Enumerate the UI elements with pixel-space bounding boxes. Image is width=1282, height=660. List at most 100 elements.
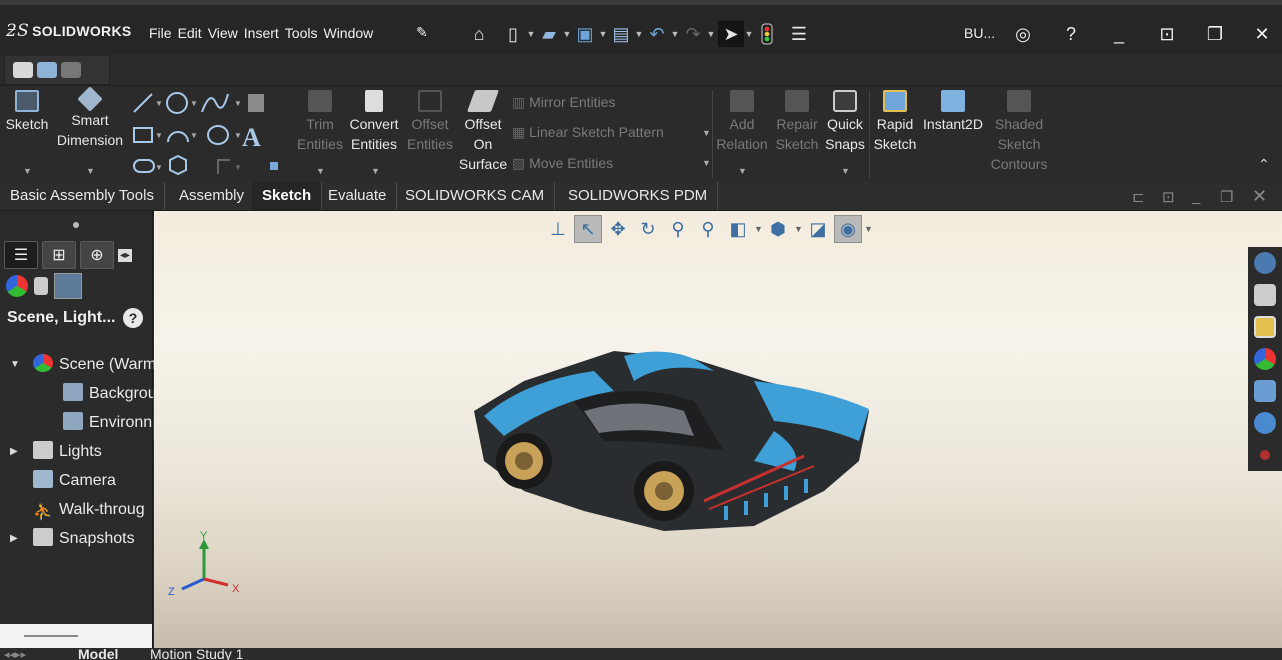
tree-item-lights[interactable]: Lights bbox=[33, 437, 102, 466]
menu-edit[interactable]: Edit bbox=[178, 25, 202, 41]
chevron-down-icon[interactable]: ▼ bbox=[706, 29, 716, 39]
tab-sketch[interactable]: Sketch bbox=[252, 182, 323, 210]
tab-evaluate[interactable]: Evaluate bbox=[318, 182, 398, 210]
chevron-down-icon[interactable]: ▼ bbox=[702, 128, 711, 138]
design-library-icon[interactable] bbox=[1248, 279, 1282, 311]
smart-dimension-button[interactable]: Smart Dimension bbox=[54, 86, 126, 150]
select-cursor-icon[interactable]: ➤ bbox=[718, 21, 744, 47]
chevron-down-icon[interactable]: ▼ bbox=[738, 166, 747, 176]
user-account-icon[interactable]: ◎ bbox=[1007, 19, 1039, 49]
display-style-icon[interactable]: ◪ bbox=[804, 215, 832, 243]
hide-show-icon[interactable]: ◉ bbox=[834, 215, 862, 243]
tab-solidworks-cam[interactable]: SOLIDWORKS CAM bbox=[395, 182, 556, 210]
tab-basic-assembly-tools[interactable]: Basic Assembly Tools bbox=[0, 182, 165, 210]
scene-tab-icon[interactable] bbox=[54, 273, 82, 299]
mirror-entities-button[interactable]: ▥ Mirror Entities bbox=[512, 94, 615, 111]
graphics-viewport[interactable]: ⊥ ↖ ✥ ↻ ⚲ ⚲ ◧ ▼ ⬢ ▼ ◪ ◉ ▼ Y X Z bbox=[154, 211, 1282, 648]
record-video-icon[interactable] bbox=[37, 62, 57, 78]
quick-snaps-button[interactable]: Quick Snaps bbox=[824, 90, 866, 154]
chevron-down-icon[interactable]: ▼ bbox=[702, 158, 711, 168]
restore-icon[interactable]: ❐ bbox=[1199, 19, 1231, 49]
chevron-down-icon[interactable]: ▼ bbox=[526, 29, 536, 39]
doc-minimize-icon[interactable]: _ bbox=[1192, 188, 1200, 205]
tree-item-background[interactable]: Backgrou bbox=[63, 379, 157, 408]
help-icon[interactable]: ? bbox=[123, 308, 143, 328]
tab-solidworks-pdm[interactable]: SOLIDWORKS PDM bbox=[558, 182, 719, 210]
menu-tools[interactable]: Tools bbox=[285, 25, 318, 41]
toolbar-toggle-icon[interactable]: ⊡ bbox=[1151, 19, 1183, 49]
rapid-sketch-button[interactable]: Rapid Sketch bbox=[872, 90, 918, 154]
menu-file[interactable]: File bbox=[149, 25, 172, 41]
view-palette-icon[interactable] bbox=[1248, 343, 1282, 375]
float-icon[interactable]: ⊡ bbox=[1162, 188, 1175, 206]
search-abbrev[interactable]: BU... bbox=[964, 25, 995, 41]
rotate-icon[interactable]: ↻ bbox=[634, 215, 662, 243]
tab-model[interactable]: Model bbox=[78, 643, 118, 660]
pin-icon[interactable]: ✎ bbox=[416, 24, 428, 41]
chevron-down-icon[interactable]: ▼ bbox=[794, 224, 803, 234]
convert-entities-button[interactable]: Convert Entities bbox=[346, 90, 402, 154]
chevron-down-icon[interactable]: ▼ bbox=[86, 166, 95, 176]
display-manager-icon[interactable] bbox=[34, 277, 48, 295]
tile-icon[interactable]: ⊏ bbox=[1132, 188, 1145, 206]
minimize-icon[interactable]: _ bbox=[1103, 19, 1135, 49]
shaded-sketch-contours-button[interactable]: Shaded Sketch Contours bbox=[988, 90, 1050, 174]
pane-handle[interactable] bbox=[0, 211, 152, 239]
undo-icon[interactable]: ↶ bbox=[644, 21, 670, 47]
rebuild-traffic-light-icon[interactable] bbox=[754, 21, 780, 47]
view-orientation-icon[interactable]: ⬢ bbox=[764, 215, 792, 243]
solidworks-resources-icon[interactable] bbox=[1248, 247, 1282, 279]
tree-item-snapshots[interactable]: Snapshots bbox=[33, 524, 135, 553]
configuration-tab-icon[interactable]: ⊕ bbox=[80, 241, 114, 269]
tab-scroll-icon[interactable]: ◂◂▸▸ bbox=[4, 644, 26, 660]
collapse-ribbon-icon[interactable]: ⌃ bbox=[1258, 156, 1270, 173]
sketch-button[interactable]: Sketch bbox=[4, 90, 50, 134]
expand-arrow-icon[interactable]: ▶ bbox=[10, 446, 18, 457]
scroll-tabs-icon[interactable]: ◂▸ bbox=[118, 248, 133, 262]
zoom-icon[interactable]: ⚲ bbox=[664, 215, 692, 243]
tree-item-camera[interactable]: Camera bbox=[33, 466, 116, 495]
menu-window[interactable]: Window bbox=[323, 25, 373, 41]
add-relation-button[interactable]: Add Relation bbox=[715, 90, 769, 154]
linear-sketch-pattern-button[interactable]: ▦ Linear Sketch Pattern bbox=[512, 124, 664, 141]
car-3d-model[interactable] bbox=[464, 341, 884, 541]
appearances-scenes-icon[interactable] bbox=[1248, 375, 1282, 407]
menu-view[interactable]: View bbox=[208, 25, 238, 41]
custom-properties-icon[interactable] bbox=[1248, 407, 1282, 439]
instant2d-button[interactable]: Instant2D bbox=[920, 90, 986, 134]
chevron-down-icon[interactable]: ▼ bbox=[744, 29, 754, 39]
doc-close-icon[interactable]: ✕ bbox=[1252, 186, 1267, 207]
normal-to-icon[interactable]: ⊥ bbox=[544, 215, 572, 243]
chevron-down-icon[interactable]: ▼ bbox=[598, 29, 608, 39]
move-entities-button[interactable]: ▧ Move Entities bbox=[512, 155, 613, 172]
section-view-icon[interactable]: ◧ bbox=[724, 215, 752, 243]
camera-icon[interactable] bbox=[13, 62, 33, 78]
sketch-entities-grid[interactable]: ▼ ▼ ▼ ▼ ▼ ▼ A ▼ ▼ bbox=[130, 90, 292, 180]
appearance-icon[interactable] bbox=[6, 275, 28, 297]
expand-arrow-icon[interactable]: ▶ bbox=[10, 533, 18, 544]
tree-item-scene[interactable]: Scene (Warm bbox=[33, 350, 156, 379]
menu-insert[interactable]: Insert bbox=[244, 25, 279, 41]
redo-icon[interactable]: ↷ bbox=[680, 21, 706, 47]
zoom-area-icon[interactable]: ⚲ bbox=[694, 215, 722, 243]
chevron-down-icon[interactable]: ▼ bbox=[864, 224, 873, 234]
chevron-down-icon[interactable]: ▼ bbox=[634, 29, 644, 39]
doc-restore-icon[interactable]: ❐ bbox=[1220, 188, 1233, 206]
file-explorer-icon[interactable] bbox=[1248, 311, 1282, 343]
file-properties-icon[interactable]: ☰ bbox=[786, 21, 812, 47]
pan-icon[interactable]: ✥ bbox=[604, 215, 632, 243]
offset-on-surface-button[interactable]: Offset On Surface bbox=[458, 90, 508, 174]
help-icon[interactable]: ? bbox=[1055, 19, 1087, 49]
home-icon[interactable]: ⌂ bbox=[466, 21, 492, 47]
chevron-down-icon[interactable]: ▼ bbox=[841, 166, 850, 176]
open-folder-icon[interactable]: ▰ bbox=[536, 21, 562, 47]
chevron-down-icon[interactable]: ▼ bbox=[316, 166, 325, 176]
tree-item-environment[interactable]: Environn bbox=[63, 408, 152, 437]
chevron-down-icon[interactable]: ▼ bbox=[670, 29, 680, 39]
solidworks-forum-icon[interactable] bbox=[1248, 439, 1282, 471]
new-document-icon[interactable]: ▯ bbox=[500, 21, 526, 47]
expand-arrow-icon[interactable]: ▼ bbox=[10, 359, 20, 370]
chevron-down-icon[interactable]: ▼ bbox=[562, 29, 572, 39]
save-icon[interactable]: ▣ bbox=[572, 21, 598, 47]
chevron-down-icon[interactable]: ▼ bbox=[754, 224, 763, 234]
